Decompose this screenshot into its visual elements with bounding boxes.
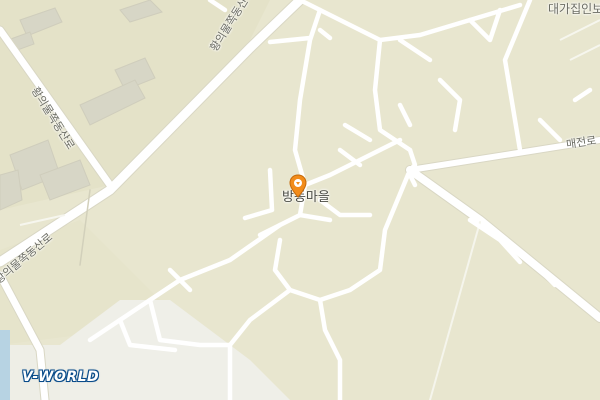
logo-text: V-WORLD bbox=[22, 369, 100, 385]
road-label-corner: 대가집인보 bbox=[548, 2, 600, 16]
vworld-logo[interactable]: V-WORLD bbox=[12, 369, 104, 387]
map-pin-shape bbox=[289, 174, 307, 198]
map-pin-icon[interactable] bbox=[288, 174, 308, 198]
water-body bbox=[0, 330, 10, 400]
map-viewport[interactable]: 황의물쪽동산로 황의물쪽동산로 황의물쪽동산로 매전로 대가집인보 방동마을 V… bbox=[0, 0, 600, 400]
